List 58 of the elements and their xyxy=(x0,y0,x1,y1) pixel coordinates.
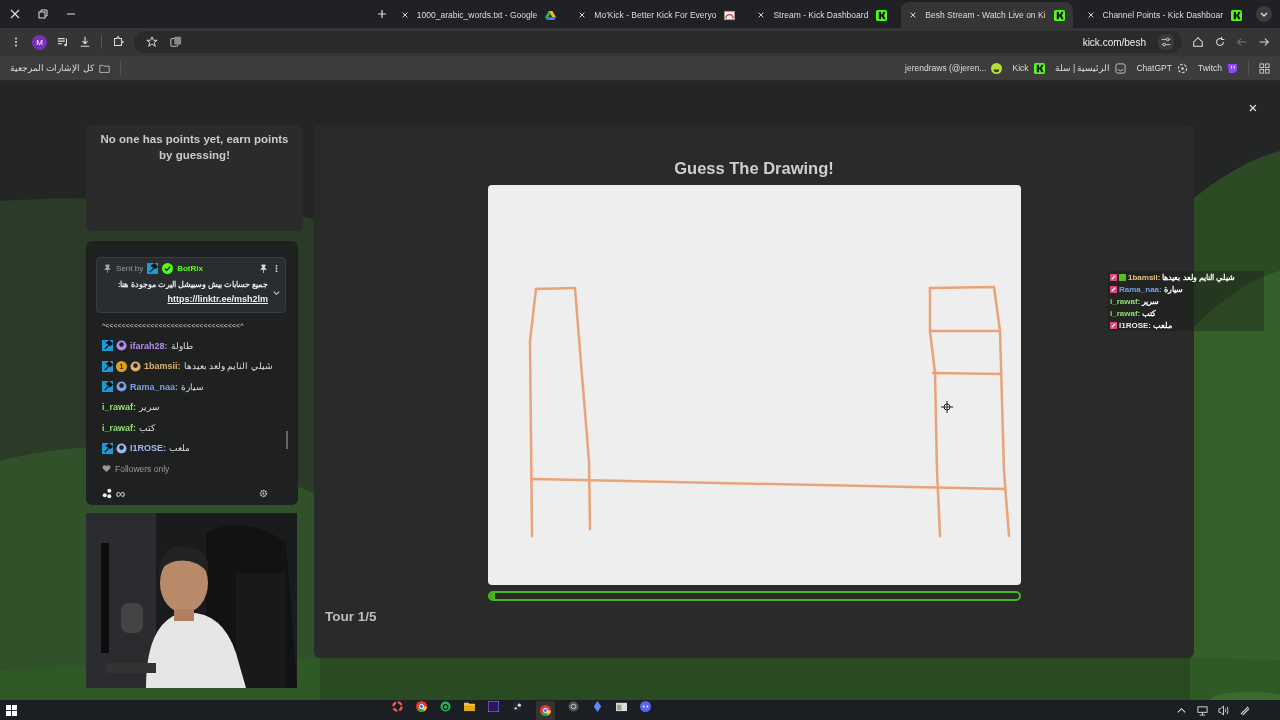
network-icon[interactable] xyxy=(1197,704,1208,716)
star-icon[interactable] xyxy=(146,36,158,48)
browser-icon[interactable] xyxy=(416,700,427,712)
all-bookmarks-link[interactable]: كل الإشارات المرجعية xyxy=(10,62,110,74)
folder-icon xyxy=(98,62,110,74)
browser-tab[interactable]: Mo'Kick - Better Kick For Everyo xyxy=(570,2,744,28)
speech-bubble-icon xyxy=(1227,62,1238,74)
k-logo-icon xyxy=(876,9,888,21)
volume-icon[interactable] xyxy=(1218,704,1229,716)
profile-avatar[interactable]: M xyxy=(32,34,47,50)
close-icon[interactable] xyxy=(400,11,409,19)
extensions-icon[interactable] xyxy=(112,36,124,48)
flower-icon xyxy=(1176,62,1188,74)
download-icon[interactable] xyxy=(79,36,91,48)
circle-app-icon[interactable] xyxy=(568,700,579,712)
new-tab-icon[interactable] xyxy=(376,9,387,19)
translate-icon[interactable] xyxy=(170,36,182,48)
smiley-icon xyxy=(991,62,1003,74)
reload-icon[interactable] xyxy=(1214,36,1226,48)
k-logo-icon xyxy=(1231,9,1242,21)
close-icon[interactable] xyxy=(10,9,20,19)
diamond-app-icon[interactable] xyxy=(592,700,603,712)
ring-app-icon[interactable] xyxy=(392,700,403,712)
triangle-logo-icon xyxy=(545,9,557,21)
bookmark-link[interactable]: Twitch xyxy=(1197,62,1238,74)
home-icon[interactable] xyxy=(1192,36,1204,48)
k-logo-icon xyxy=(1033,62,1045,74)
site-settings-icon[interactable] xyxy=(1158,34,1174,50)
forward-icon[interactable] xyxy=(1236,36,1248,48)
windows-start-icon[interactable] xyxy=(6,704,17,716)
window-app-icon[interactable] xyxy=(616,700,627,712)
square-app-icon[interactable] xyxy=(488,700,499,712)
close-icon[interactable] xyxy=(909,11,918,19)
browser-tab[interactable]: Channel Points - Kick Dashboar xyxy=(1078,2,1250,28)
restore-icon[interactable] xyxy=(38,9,48,19)
close-icon[interactable] xyxy=(578,11,587,19)
tab-list-icon[interactable] xyxy=(1256,6,1272,22)
browser-tab[interactable]: Stream - Kick Dashboard xyxy=(749,2,896,28)
bookmark-link[interactable]: ChatGPT xyxy=(1136,62,1188,74)
folder-icon[interactable] xyxy=(464,700,475,712)
bookmark-link[interactable]: Kick xyxy=(1012,62,1045,74)
browser-icon[interactable] xyxy=(536,700,555,720)
browser-tab[interactable]: 1000_arabic_words.txt - Google xyxy=(392,2,565,28)
tray-icon xyxy=(1115,62,1127,74)
close-icon[interactable] xyxy=(757,11,766,19)
browser-tab[interactable]: Besh Stream - Watch Live on Ki xyxy=(901,2,1073,28)
address-bar[interactable]: kick.com/besh xyxy=(134,31,1182,53)
bookmark-link[interactable]: الرئيسية | سلة xyxy=(1054,62,1127,74)
close-icon[interactable] xyxy=(1086,11,1095,19)
apps-grid-icon[interactable] xyxy=(1259,62,1270,74)
power-app-icon[interactable] xyxy=(440,700,451,712)
pen-icon[interactable] xyxy=(1239,704,1250,716)
k-logo-icon xyxy=(1053,9,1065,21)
media-queue-icon[interactable] xyxy=(57,36,69,48)
image-icon xyxy=(724,9,736,21)
chat-app-icon[interactable] xyxy=(640,700,651,712)
bookmark-link[interactable]: jerendraws (@jeren... xyxy=(905,62,1003,74)
back-icon[interactable] xyxy=(1258,36,1270,48)
